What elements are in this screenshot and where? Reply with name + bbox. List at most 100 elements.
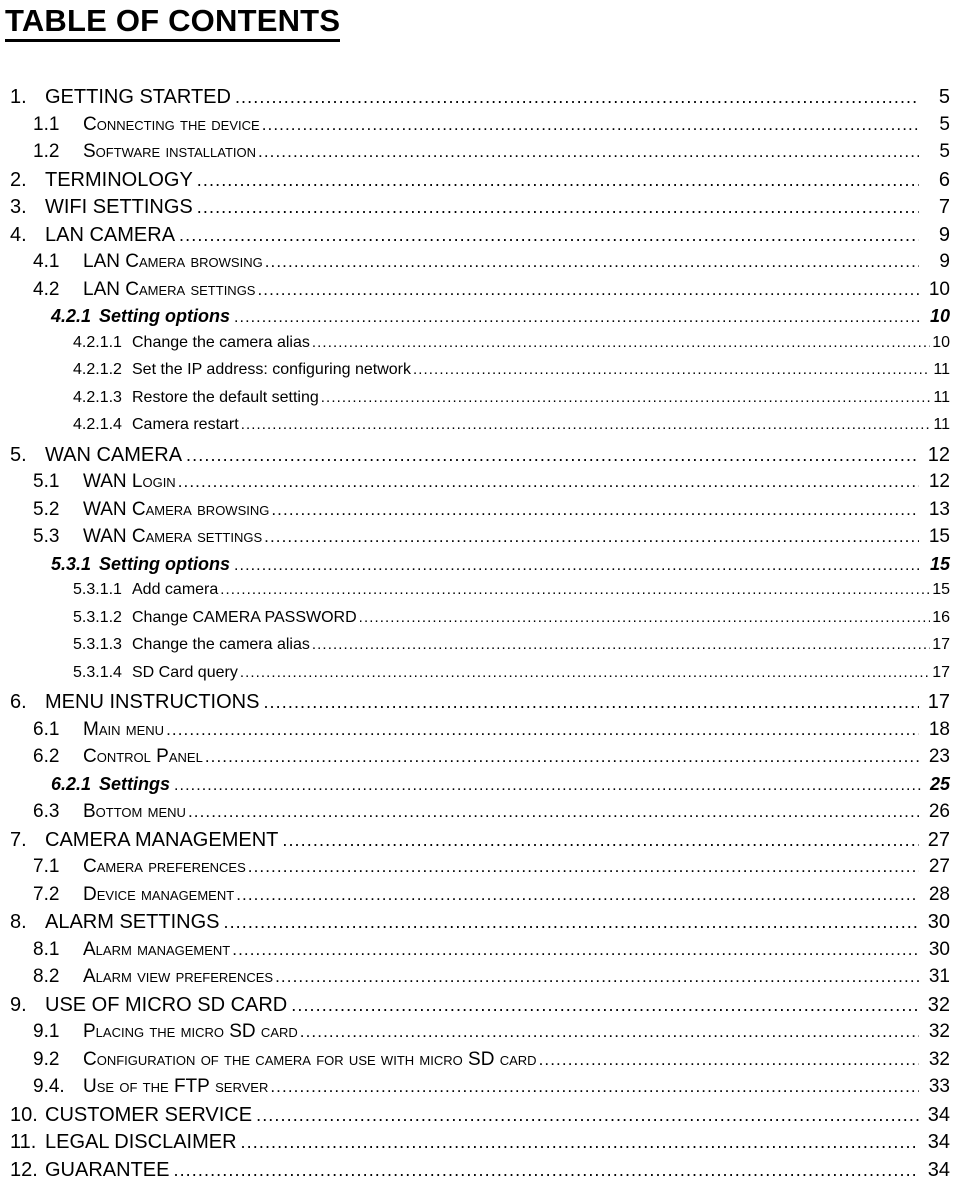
toc-entry[interactable]: 5.3.1.4 SD Card query 17 — [5, 664, 950, 692]
toc-entry-number: 6. — [10, 691, 27, 713]
toc-leader-dots — [257, 280, 919, 300]
toc-entry[interactable]: 7.2 Device management 28 — [5, 884, 950, 912]
toc-entry[interactable]: 8. ALARM SETTINGS 30 — [5, 911, 950, 939]
toc-entry[interactable]: 12. GUARANTEE 34 — [5, 1159, 950, 1187]
toc-entry-label: ALARM SETTINGS — [45, 911, 220, 933]
toc-leader-dots — [166, 720, 919, 740]
toc-page-number: 11 — [933, 388, 950, 406]
toc-entry[interactable]: 6.3 Bottom menu 26 — [5, 801, 950, 829]
toc-entry[interactable]: 6.1 Main menu 18 — [5, 719, 950, 747]
toc-page-number: 11 — [933, 416, 950, 433]
toc-page-number: 32 — [928, 1048, 950, 1070]
toc-entry[interactable]: 8.2 Alarm view preferences 31 — [5, 966, 950, 994]
toc-entry-label: Connecting the device — [83, 113, 260, 135]
toc-entry-number: 5.2 — [33, 498, 60, 520]
toc-entry[interactable]: 7.1 Camera preferences 27 — [5, 856, 950, 884]
toc-entry[interactable]: 4.2.1.3 Restore the default setting 11 — [5, 389, 950, 417]
toc-entry[interactable]: 5.3.1 Setting options 15 — [5, 554, 950, 582]
toc-entry[interactable]: 6.2.1 Settings 25 — [5, 774, 950, 802]
toc-entry-number: 9. — [10, 993, 27, 1016]
toc-leader-dots — [265, 252, 919, 272]
toc-entry-label: Main menu — [83, 718, 165, 740]
toc-entry-number: 5.3 — [33, 526, 60, 547]
toc-leader-dots — [174, 777, 921, 795]
toc-entry-number: 4.2 — [33, 278, 60, 300]
toc-entry[interactable]: 11. LEGAL DISCLAIMER 34 — [5, 1131, 950, 1159]
toc-entry-label: Alarm view preferences — [83, 966, 274, 987]
toc-entry-number: 8.2 — [33, 966, 60, 987]
toc-entry-number: 11. — [10, 1131, 37, 1153]
toc-entry-number: 5.3.1.2 — [73, 608, 122, 626]
toc-leader-dots — [539, 1050, 919, 1070]
toc-page-number: 27 — [928, 856, 950, 877]
toc-entry-label: MENU INSTRUCTIONS — [45, 691, 260, 713]
toc-entry[interactable]: 5.2 WAN Camera browsing 13 — [5, 499, 950, 527]
toc-entry-label: Setting options — [99, 553, 230, 574]
toc-entry[interactable]: 5.3.1.3 Change the camera alias 17 — [5, 636, 950, 664]
toc-entry[interactable]: 9.2 Configuration of the camera for use w… — [5, 1049, 950, 1077]
toc-entry[interactable]: 5. WAN CAMERA 12 — [5, 444, 950, 472]
toc-entry-number: 9.2 — [33, 1048, 60, 1070]
toc-entry[interactable]: 10. CUSTOMER SERVICE 34 — [5, 1104, 950, 1132]
toc-entry[interactable]: 5.3 WAN Camera settings 15 — [5, 526, 950, 554]
toc-entry[interactable]: 8.1 Alarm management 30 — [5, 939, 950, 967]
toc-entry-number: 9.1 — [33, 1021, 60, 1042]
toc-leader-dots — [264, 527, 919, 547]
toc-entry[interactable]: 5.3.1.1 Add camera 15 — [5, 581, 950, 609]
toc-page-number: 10 — [929, 306, 950, 326]
toc-leader-dots — [240, 664, 930, 681]
toc-entry[interactable]: 4.2.1.4 Camera restart 11 — [5, 416, 950, 444]
toc-entry[interactable]: 4.2.1.2 Set the IP address: configuring n… — [5, 361, 950, 389]
toc-entry-number: 7.1 — [33, 856, 60, 877]
toc-entry[interactable]: 9.4. Use of the FTP server 33 — [5, 1076, 950, 1104]
toc-entry[interactable]: 9. USE OF MICRO SD CARD 32 — [5, 994, 950, 1022]
toc-entry[interactable]: 4.2 LAN Camera settings 10 — [5, 279, 950, 307]
toc-leader-dots — [197, 170, 919, 191]
toc-entry[interactable]: 1.1 Connecting the device 5 — [5, 114, 950, 142]
toc-page-number: 15 — [932, 581, 950, 598]
toc-entry[interactable]: 1.2 Software installation 5 — [5, 141, 950, 169]
toc-entry[interactable]: 6.2 Control Panel 23 — [5, 746, 950, 774]
toc-entry-label: Use of the FTP server — [83, 1076, 269, 1097]
toc-entry-label: WAN CAMERA — [45, 443, 183, 466]
toc-entry[interactable]: 4.2.1 Setting options 10 — [5, 306, 950, 334]
toc-leader-dots — [178, 472, 919, 492]
toc-page-number: 34 — [927, 1158, 950, 1181]
toc-entry-label: Set the IP address: configuring network — [132, 361, 411, 378]
toc-entry[interactable]: 5.1 WAN Login 12 — [5, 471, 950, 499]
toc-entry[interactable]: 5.3.1.2 Change CAMERA PASSWORD 16 — [5, 609, 950, 637]
toc-leader-dots — [248, 857, 919, 877]
toc-entry[interactable]: 3. WIFI SETTINGS 7 — [5, 196, 950, 224]
toc-page-number: 30 — [928, 938, 950, 960]
toc-leader-dots — [220, 581, 930, 598]
toc-entry-label: Bottom menu — [83, 801, 186, 822]
toc-entry-number: 6.1 — [33, 718, 60, 740]
toc-entry[interactable]: 7. CAMERA MANAGEMENT 27 — [5, 829, 950, 857]
toc-entry[interactable]: 2. TERMINOLOGY 6 — [5, 169, 950, 197]
toc-entry-label: Setting options — [99, 306, 230, 326]
toc-leader-dots — [275, 967, 919, 987]
toc-entry-label: Configuration of the camera for use with… — [83, 1048, 537, 1070]
toc-entry[interactable]: 4.2.1.1 Change the camera alias 10 — [5, 334, 950, 362]
toc-entry[interactable]: 6. MENU INSTRUCTIONS 17 — [5, 691, 950, 719]
toc-entry-number: 8.1 — [33, 938, 60, 960]
toc-entry-label: TERMINOLOGY — [45, 168, 193, 191]
toc-page-number: 5 — [938, 86, 950, 108]
toc-page-number: 10 — [928, 278, 950, 300]
toc-entry[interactable]: 9.1 Placing the micro SD card 32 — [5, 1021, 950, 1049]
toc-entry-label: LEGAL DISCLAIMER — [45, 1131, 237, 1153]
toc-entry[interactable]: 4. LAN CAMERA 9 — [5, 224, 950, 252]
toc-entry[interactable]: 1. GETTING STARTED 5 — [5, 86, 950, 114]
toc-entry[interactable]: 4.1 LAN Camera browsing 9 — [5, 251, 950, 279]
toc-entry-number: 5.3.1.3 — [73, 636, 122, 653]
toc-entry-number: 1.1 — [33, 113, 60, 135]
toc-page-number: 33 — [928, 1076, 950, 1097]
toc-entry-number: 1. — [10, 86, 27, 108]
toc-leader-dots — [312, 334, 930, 351]
toc-page-number: 11 — [933, 361, 950, 378]
toc-leader-dots — [282, 830, 919, 851]
toc-page-number: 17 — [932, 636, 950, 653]
toc-leader-dots — [186, 445, 919, 466]
toc-leader-dots — [241, 416, 930, 433]
toc-leader-dots — [413, 361, 930, 378]
